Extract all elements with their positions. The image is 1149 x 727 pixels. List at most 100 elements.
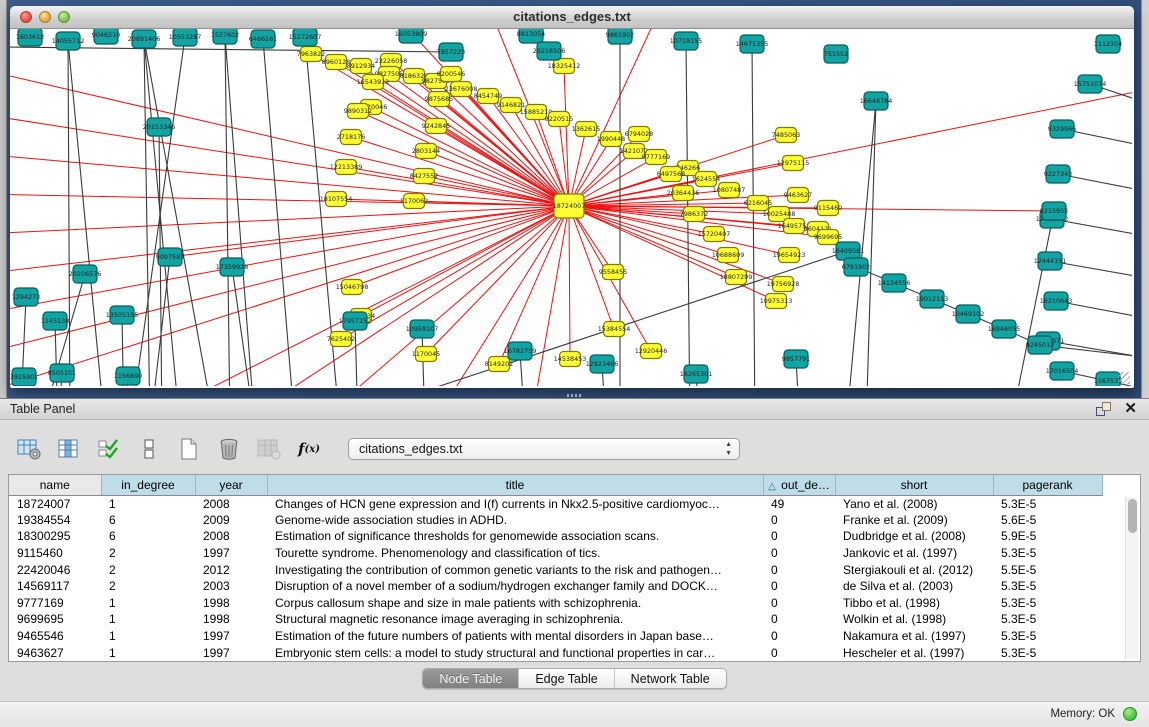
- table-row[interactable]: 946554611997Estimation of the future num…: [9, 628, 1102, 645]
- node-table-grid[interactable]: namein_degreeyeartitle△ out_de…shortpage…: [9, 475, 1103, 661]
- table-row[interactable]: 946362711997Embryonic stem cells: a mode…: [9, 644, 1102, 661]
- graph-node[interactable]: 2718176: [337, 130, 365, 145]
- table-row[interactable]: 977716911998Corpus callosum shape and si…: [9, 595, 1102, 612]
- float-panel-icon[interactable]: [1096, 402, 1111, 416]
- graph-node[interactable]: 12920446: [635, 344, 668, 359]
- graph-node[interactable]: 1145138: [41, 312, 69, 330]
- table-scrollbar[interactable]: [1125, 497, 1138, 659]
- select-rows-icon[interactable]: [96, 436, 122, 462]
- graph-node[interactable]: 8813054: [517, 29, 545, 43]
- graph-node[interactable]: 16265301: [680, 365, 713, 383]
- graph-node[interactable]: 15046798: [336, 280, 369, 295]
- graph-node[interactable]: 1624554: [692, 172, 720, 187]
- column-header-pagerank[interactable]: pagerank: [993, 475, 1102, 495]
- graph-node[interactable]: 8912934: [347, 59, 375, 74]
- graph-node[interactable]: 9242845: [422, 119, 450, 134]
- graph-node[interactable]: 13505155: [106, 306, 139, 324]
- graph-node[interactable]: 9890312: [344, 104, 372, 119]
- graph-node[interactable]: 8215955: [1040, 202, 1068, 220]
- graph-node[interactable]: 9097583: [156, 248, 184, 266]
- graph-node[interactable]: 9329966: [1048, 120, 1076, 138]
- zoom-button[interactable]: [58, 11, 70, 23]
- graph-node[interactable]: 12923466: [586, 355, 619, 373]
- graph-node[interactable]: 16648784: [860, 92, 893, 110]
- graph-node[interactable]: 751552: [824, 45, 848, 63]
- table-settings-icon[interactable]: [16, 436, 42, 462]
- function-builder-icon[interactable]: f(x): [296, 436, 322, 462]
- graph-node[interactable]: 7625402: [327, 332, 355, 347]
- graph-node[interactable]: 12975115: [777, 156, 810, 171]
- delete-trash-icon[interactable]: [216, 436, 242, 462]
- graph-node[interactable]: 19012113: [916, 290, 949, 308]
- table-row[interactable]: 969969511998Structural magnetic resonanc…: [9, 611, 1102, 628]
- graph-node[interactable]: 9861902: [606, 29, 634, 44]
- table-row[interactable]: 911546021997Tourette syndrome. Phenomeno…: [9, 545, 1102, 562]
- graph-node[interactable]: 8200546: [437, 67, 465, 82]
- graph-node[interactable]: 3915901: [10, 368, 38, 386]
- column-header-year[interactable]: year: [195, 475, 267, 495]
- graph-node[interactable]: 12444151: [1034, 252, 1067, 270]
- graph-node[interactable]: 8220515: [545, 112, 573, 127]
- graph-node[interactable]: 18107554: [320, 192, 353, 207]
- graph-node[interactable]: 15384554: [598, 322, 631, 337]
- graph-node[interactable]: 1170062: [400, 194, 428, 209]
- graph-node[interactable]: 7857223: [437, 43, 465, 61]
- minimize-button[interactable]: [39, 11, 51, 23]
- graph-node[interactable]: 1170045: [412, 347, 440, 362]
- graph-node[interactable]: 1603612: [16, 29, 44, 46]
- close-panel-icon[interactable]: ✕: [1124, 402, 1137, 416]
- graph-node[interactable]: 18724007: [553, 194, 586, 218]
- citation-network-graph[interactable]: 1872400779638228960128891293423226058982…: [10, 29, 1132, 386]
- graph-node[interactable]: 6791902: [842, 258, 870, 276]
- graph-node[interactable]: 9245012: [1026, 336, 1054, 354]
- graph-node[interactable]: 20206576: [69, 265, 102, 283]
- table-row[interactable]: 1938455462009Genome-wide association stu…: [9, 512, 1102, 529]
- graph-node[interactable]: 10958107: [406, 320, 439, 338]
- network-canvas[interactable]: 1872400779638228960128891293423226058982…: [10, 29, 1132, 386]
- network-window-titlebar[interactable]: citations_edges.txt: [10, 6, 1134, 29]
- graph-node[interactable]: 10553287: [169, 29, 202, 46]
- graph-node[interactable]: 9857791: [782, 350, 810, 368]
- graph-node[interactable]: 15720407: [698, 227, 731, 242]
- tab-network-table[interactable]: Network Table: [615, 669, 726, 688]
- graph-node[interactable]: 9777169: [642, 150, 670, 165]
- graph-node[interactable]: 29218506: [533, 42, 566, 60]
- graph-node[interactable]: 16053809: [395, 29, 428, 43]
- close-button[interactable]: [20, 11, 32, 23]
- table-columns-icon[interactable]: [56, 436, 82, 462]
- graph-node[interactable]: 14124556: [878, 274, 911, 292]
- graph-node[interactable]: 9046210: [92, 29, 120, 44]
- graph-node[interactable]: 6466161: [249, 30, 277, 48]
- graph-node[interactable]: 20364436: [667, 186, 700, 201]
- graph-node[interactable]: 8505101: [48, 364, 76, 382]
- graph-node[interactable]: 10719155: [670, 32, 703, 50]
- column-header-title[interactable]: title: [267, 475, 763, 495]
- graph-node[interactable]: 19654923: [773, 248, 806, 263]
- graph-node[interactable]: 1990448: [597, 132, 625, 147]
- graph-node[interactable]: 20891406: [128, 30, 161, 48]
- graph-node[interactable]: 7986372: [680, 207, 708, 222]
- graph-node[interactable]: 16946055: [988, 320, 1021, 338]
- graph-node[interactable]: 15751074: [1074, 75, 1107, 93]
- graph-node[interactable]: 9463627: [784, 188, 812, 203]
- table-row[interactable]: 2242004622012Investigating the contribut…: [9, 561, 1102, 578]
- graph-node[interactable]: 9875685: [425, 92, 453, 107]
- graph-node[interactable]: 1527602: [211, 29, 239, 44]
- graph-node[interactable]: 9115460: [814, 201, 842, 216]
- table-select-dropdown[interactable]: citations_edges.txt ▲▼: [348, 438, 740, 460]
- graph-node[interactable]: 6794028: [625, 127, 653, 142]
- column-header-name[interactable]: name: [9, 475, 101, 495]
- column-header-out_de[interactable]: △ out_de…: [763, 475, 835, 495]
- graph-node[interactable]: 10469102: [952, 305, 985, 323]
- graph-node[interactable]: 16409581: [832, 242, 865, 260]
- graph-node[interactable]: 14055712: [52, 32, 85, 50]
- graph-node[interactable]: 1294273: [12, 288, 40, 306]
- graph-node[interactable]: 14538453: [554, 352, 587, 367]
- graph-node[interactable]: 16210643: [1040, 292, 1073, 310]
- graph-node[interactable]: 6216045: [744, 196, 772, 211]
- row-height-icon[interactable]: [136, 436, 162, 462]
- graph-node[interactable]: 15272607: [289, 29, 322, 46]
- graph-node[interactable]: 17016504: [1046, 362, 1079, 380]
- graph-node[interactable]: 14671355: [736, 35, 769, 53]
- graph-node[interactable]: 8427552: [410, 169, 438, 184]
